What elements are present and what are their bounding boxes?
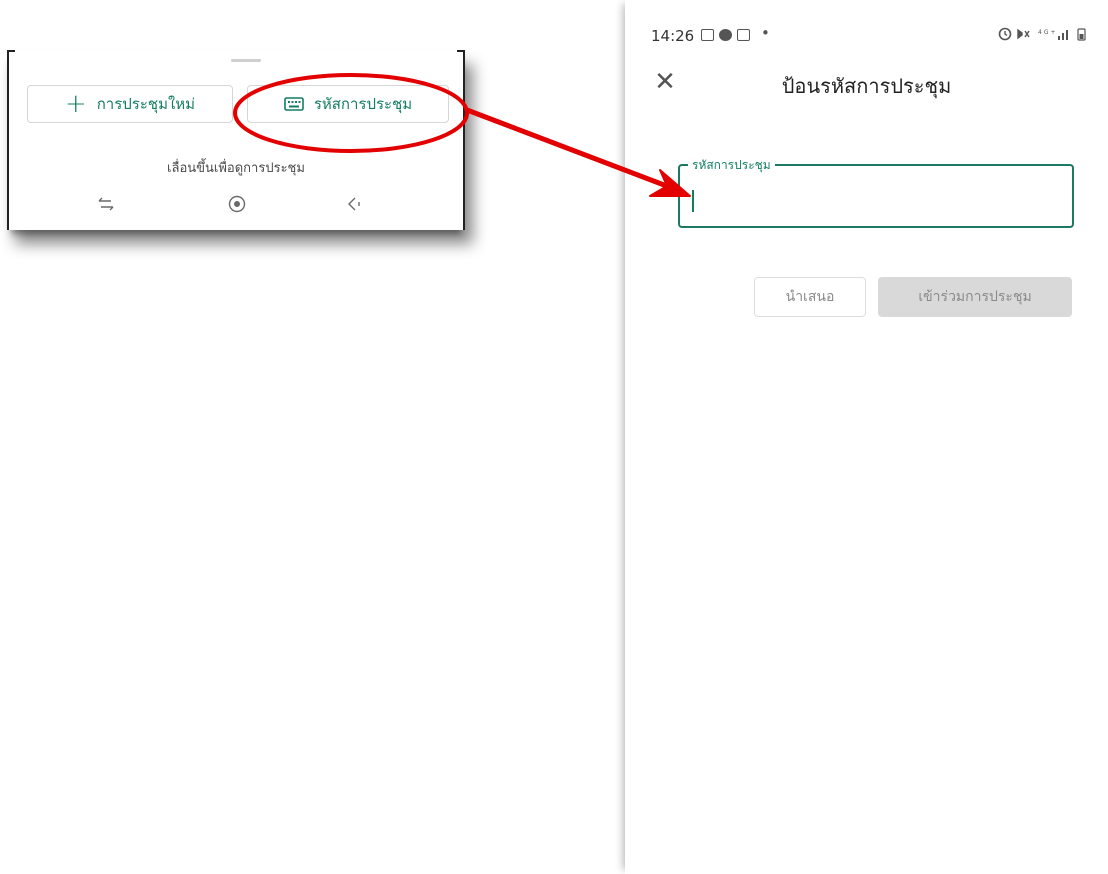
image-notification-icon: [737, 29, 750, 41]
chat-notification-icon: [719, 29, 732, 41]
crop-edge: [7, 50, 15, 52]
text-caret: [692, 190, 694, 212]
status-time: 14:26: [651, 27, 695, 45]
page-title: ป้อนรหัสการประชุม: [781, 74, 952, 98]
svg-text:4G+: 4G+: [1038, 29, 1058, 36]
meeting-code-field[interactable]: รหัสการประชุม: [678, 156, 1074, 228]
plus-icon: +: [64, 89, 87, 119]
keyboard-icon: [284, 97, 304, 111]
meeting-code-field-label: รหัสการประชุม: [688, 156, 775, 175]
status-indicators: 4G+: [998, 27, 1090, 44]
meeting-code-label: รหัสการประชุม: [313, 95, 413, 113]
more-notifications-dot: •: [761, 24, 770, 42]
phone-screen: 14:26 • 4G+ ✕ ป้อนรหัสการประชุม รหัสการป…: [625, 0, 1108, 874]
present-button[interactable]: นำเสนอ: [754, 277, 866, 317]
back-icon[interactable]: [342, 192, 366, 216]
sheet-grab-handle[interactable]: [231, 59, 261, 62]
join-meeting-button[interactable]: เข้าร่วมการประชุม: [878, 277, 1072, 317]
meet-bottom-sheet-crop: + การประชุมใหม่ รหัสการประชุม เลื่อนขึ้น…: [7, 50, 465, 230]
swipe-hint-text: เลื่อนขึ้นเพื่อดูการประชุม: [167, 161, 305, 176]
new-meeting-label: การประชุมใหม่: [96, 95, 196, 113]
status-bar: 14:26 • 4G+: [625, 0, 1108, 58]
app-bar: ✕ ป้อนรหัสการประชุม: [625, 58, 1108, 114]
home-icon[interactable]: [225, 192, 249, 216]
new-meeting-button[interactable]: + การประชุมใหม่: [27, 85, 233, 123]
gallery-notification-icon: [701, 29, 714, 41]
recent-apps-icon[interactable]: [94, 192, 118, 216]
meeting-code-button[interactable]: รหัสการประชุม: [247, 85, 449, 123]
crop-edge: [457, 50, 465, 52]
